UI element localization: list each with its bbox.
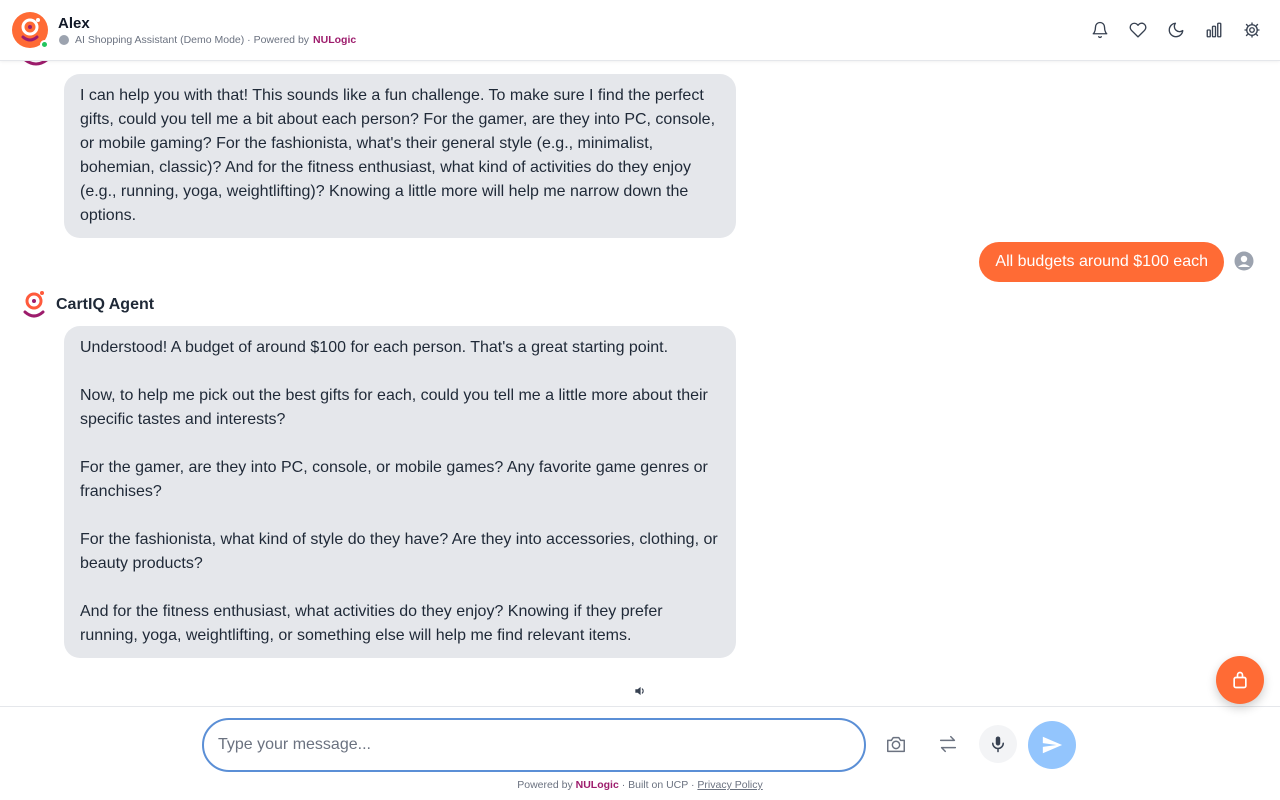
online-status-dot bbox=[40, 40, 49, 49]
agent-message-text: I can help you with that! This sounds li… bbox=[80, 87, 720, 224]
user-message-row: All budgets around $100 each bbox=[979, 242, 1224, 282]
bell-icon[interactable] bbox=[1090, 18, 1110, 42]
swap-button[interactable] bbox=[929, 725, 967, 763]
app-header: Alex AI Shopping Assistant (Demo Mode) ·… bbox=[0, 0, 1280, 61]
powered-by-footer: Powered by NULogic · Built on UCP · Priv… bbox=[0, 779, 1280, 791]
built-on-text: · Built on UCP · bbox=[621, 779, 695, 791]
camera-icon bbox=[887, 736, 905, 753]
agent-name: CartIQ Agent bbox=[56, 296, 155, 313]
heart-icon[interactable] bbox=[1128, 18, 1148, 42]
swap-arrows-icon bbox=[939, 735, 957, 753]
assistant-subtitle: AI Shopping Assistant (Demo Mode) · Powe… bbox=[59, 34, 356, 46]
microphone-button[interactable] bbox=[979, 725, 1017, 763]
send-icon bbox=[1042, 736, 1063, 754]
gear-icon[interactable] bbox=[1242, 18, 1262, 42]
agent-logo-icon bbox=[24, 61, 48, 66]
assistant-name: Alex bbox=[58, 15, 90, 32]
send-button[interactable] bbox=[1028, 721, 1076, 769]
chat-area[interactable]: I can help you with that! This sounds li… bbox=[0, 61, 1280, 706]
agent-message-bubble: I can help you with that! This sounds li… bbox=[64, 74, 736, 238]
agent-message-text: Understood! A budget of around $100 for … bbox=[80, 339, 718, 644]
header-actions bbox=[1090, 18, 1262, 42]
agent-message-bubble: Understood! A budget of around $100 for … bbox=[64, 326, 736, 658]
message-input[interactable] bbox=[202, 718, 866, 772]
composer-footer: Powered by NULogic · Built on UCP · Priv… bbox=[0, 706, 1280, 800]
privacy-policy-link[interactable]: Privacy Policy bbox=[697, 779, 762, 791]
agent-logo-icon bbox=[23, 291, 45, 318]
moon-icon[interactable] bbox=[1166, 18, 1186, 42]
footer-brand: NULogic bbox=[575, 779, 619, 791]
user-avatar-icon bbox=[1234, 251, 1254, 271]
chart-icon[interactable] bbox=[1204, 18, 1224, 42]
cart-fab-button[interactable] bbox=[1216, 656, 1264, 704]
microphone-icon bbox=[992, 736, 1004, 753]
speaker-icon[interactable] bbox=[633, 684, 647, 698]
powered-prefix: Powered by bbox=[517, 779, 573, 791]
shopping-bag-icon bbox=[1233, 671, 1247, 689]
camera-button[interactable] bbox=[877, 725, 915, 763]
info-icon bbox=[59, 35, 69, 45]
user-message-bubble: All budgets around $100 each bbox=[979, 242, 1224, 282]
agent-header: CartIQ Agent bbox=[22, 289, 154, 321]
header-brand: NULogic bbox=[313, 34, 357, 46]
subtitle-text: AI Shopping Assistant (Demo Mode) · Powe… bbox=[75, 34, 310, 46]
